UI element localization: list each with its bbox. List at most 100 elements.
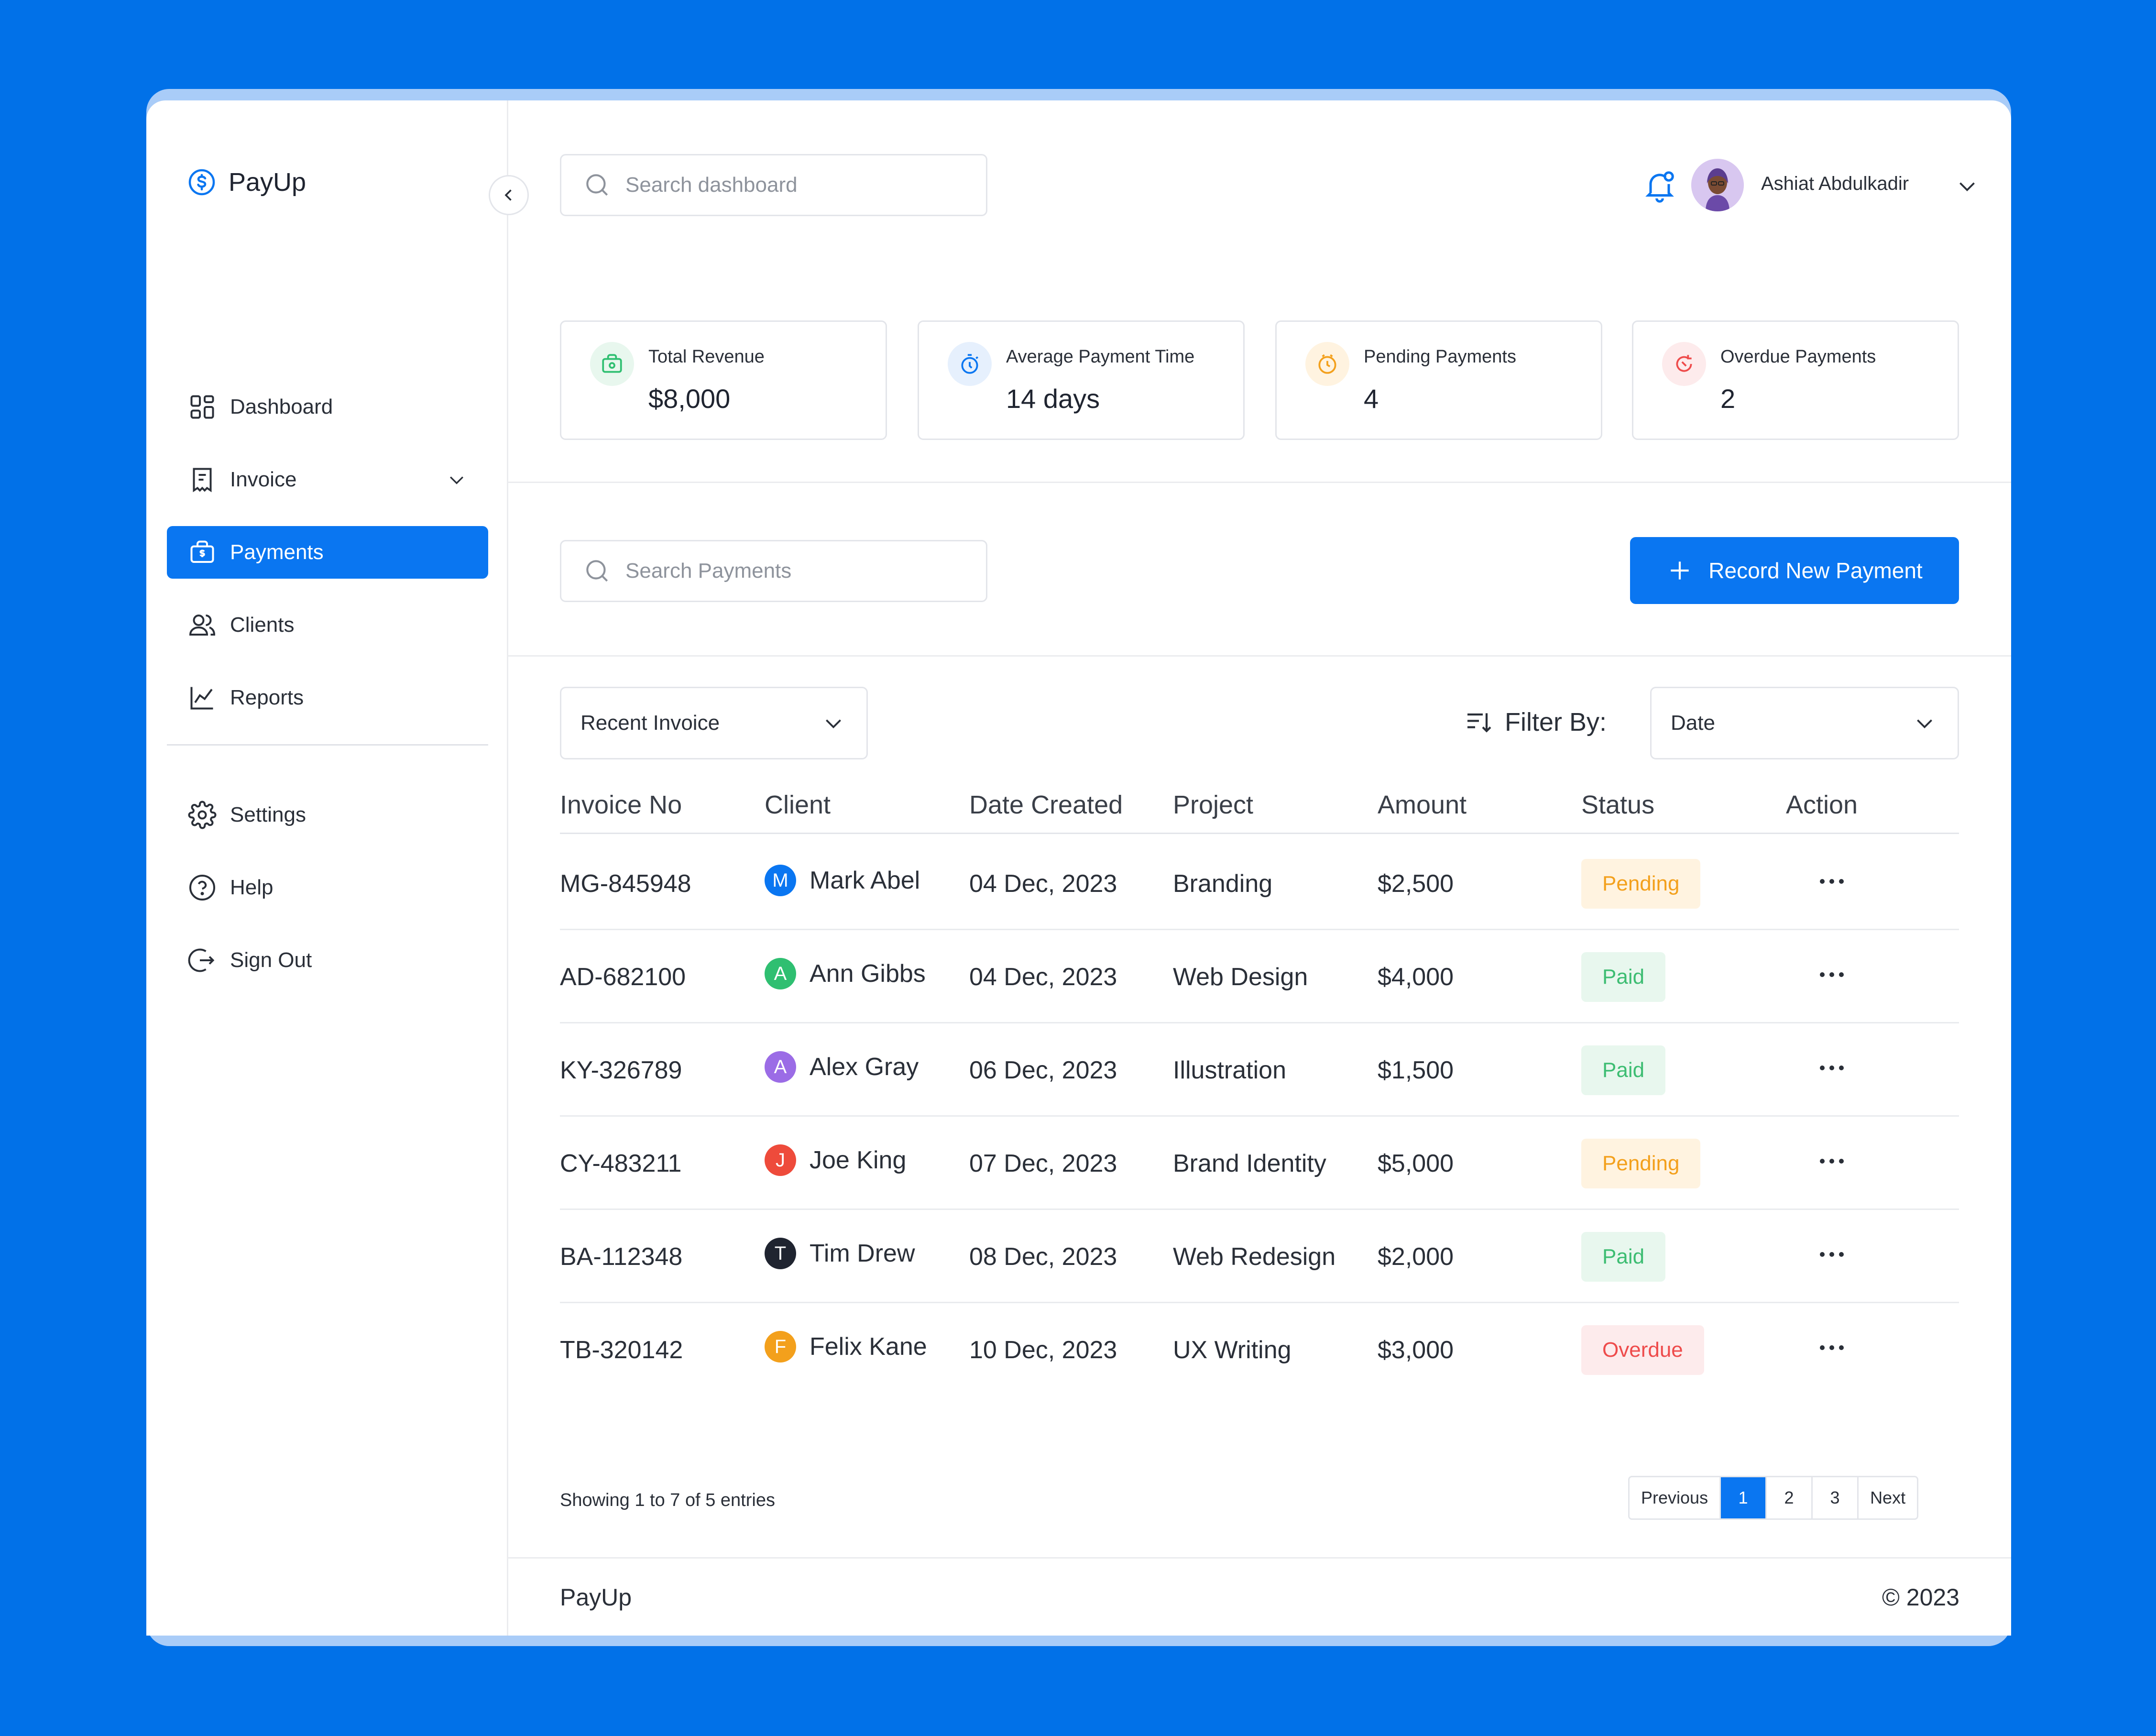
status-badge: Pending [1581, 1139, 1701, 1188]
status-badge: Paid [1581, 1232, 1666, 1282]
sidebar-item-reports[interactable]: Reports [167, 671, 488, 724]
column-header[interactable]: Amount [1378, 790, 1467, 820]
search-payments-input[interactable] [625, 559, 970, 583]
invoice-icon [193, 468, 212, 493]
sidebar-bottom-group: Settings Help Sign Out [167, 789, 488, 987]
payments-icon [190, 540, 214, 563]
client-cell: T Tim Drew [765, 1238, 915, 1269]
footer-copyright: © 2023 [1882, 1584, 1959, 1611]
clock-icon [1318, 354, 1336, 374]
table-row[interactable]: MG-845948 M Mark Abel 04 Dec, 2023 Branding $… [560, 837, 1959, 930]
timer-icon [961, 354, 978, 374]
date-created: 10 Dec, 2023 [969, 1336, 1117, 1364]
client-cell: A Alex Gray [765, 1051, 919, 1083]
search-input[interactable] [625, 173, 970, 197]
stat-value: $8,000 [648, 384, 731, 414]
date-created: 06 Dec, 2023 [969, 1056, 1117, 1084]
table-row[interactable]: KY-326789 A Alex Gray 06 Dec, 2023 Illustrat… [560, 1023, 1959, 1117]
client-name: Mark Abel [810, 867, 920, 894]
amount: $2,000 [1378, 1243, 1454, 1271]
search-icon [586, 560, 608, 582]
invoice-number: AD-682100 [560, 963, 686, 991]
more-actions-icon[interactable] [1817, 1061, 1846, 1075]
pagination-page-3[interactable]: 3 [1813, 1477, 1859, 1518]
stat-card-average-payment-time: Average Payment Time 14 days [918, 320, 1245, 440]
pagination-page-2[interactable]: 2 [1767, 1477, 1813, 1518]
project: UX Writing [1173, 1336, 1291, 1364]
sidebar-item-settings[interactable]: Settings [167, 789, 488, 841]
brand-name: PayUp [229, 168, 306, 197]
sidebar-item-invoice[interactable]: Invoice [167, 453, 488, 506]
stat-icon-wrapper [948, 342, 992, 386]
invoice-type-select[interactable]: Recent Invoice [560, 687, 868, 759]
sidebar-item-help[interactable]: Help [167, 861, 488, 914]
column-header[interactable]: Invoice No [560, 790, 682, 820]
pagination-next[interactable]: Next [1859, 1477, 1917, 1518]
chevron-down-icon[interactable] [1955, 174, 1979, 198]
app-footer: PayUp © 2023 [508, 1557, 2011, 1636]
client-initial-avatar: A [765, 1051, 796, 1083]
amount: $2,500 [1378, 870, 1454, 898]
help-icon [189, 875, 215, 901]
clients-icon [189, 615, 216, 636]
dashboard-search[interactable] [560, 154, 987, 216]
footer-brand: PayUp [560, 1584, 632, 1611]
table-row[interactable]: BA-112348 T Tim Drew 08 Dec, 2023 Web Redesi… [560, 1210, 1959, 1303]
reports-icon [190, 687, 213, 710]
record-button-label: Record New Payment [1708, 558, 1923, 583]
sidebar-item-payments[interactable]: Payments [167, 526, 488, 579]
column-header[interactable]: Project [1173, 790, 1253, 820]
more-actions-icon[interactable] [1817, 967, 1846, 982]
brand[interactable]: PayUp [187, 167, 306, 197]
stat-label: Average Payment Time [1006, 347, 1195, 367]
project: Brand Identity [1173, 1150, 1326, 1177]
table-row[interactable]: CY-483211 J Joe King 07 Dec, 2023 Brand Iden… [560, 1117, 1959, 1210]
sidebar-nav: Dashboard Invoice Payments Clients Repor… [167, 381, 488, 1007]
avatar[interactable] [1691, 159, 1744, 211]
client-initial-avatar: F [765, 1331, 796, 1362]
sort-filter-icon [1467, 713, 1491, 733]
invoice-number: CY-483211 [560, 1150, 682, 1177]
collapse-sidebar-button[interactable] [489, 175, 529, 215]
user-name[interactable]: Ashiat Abdulkadir [1761, 173, 1909, 195]
date-created: 07 Dec, 2023 [969, 1150, 1117, 1177]
user-avatar-icon [1691, 159, 1744, 211]
more-actions-icon[interactable] [1817, 874, 1846, 889]
client-name: Joe King [810, 1146, 907, 1174]
client-cell: A Ann Gibbs [765, 958, 926, 989]
client-cell: F Felix Kane [765, 1331, 927, 1362]
table-row[interactable]: TB-320142 F Felix Kane 10 Dec, 2023 UX Writi… [560, 1303, 1959, 1396]
sidebar-item-clients[interactable]: Clients [167, 599, 488, 651]
date-created: 04 Dec, 2023 [969, 963, 1117, 991]
chevron-left-icon [504, 189, 512, 201]
pagination-page-1[interactable]: 1 [1721, 1477, 1767, 1518]
sidebar-item-sign-out[interactable]: Sign Out [167, 934, 488, 987]
sidebar-item-dashboard[interactable]: Dashboard [167, 381, 488, 433]
pagination-previous[interactable]: Previous [1630, 1477, 1721, 1518]
record-new-payment-button[interactable]: Record New Payment [1630, 537, 1959, 604]
client-initial-avatar: A [765, 958, 796, 989]
filter-select[interactable]: Date [1650, 687, 1959, 759]
column-header[interactable]: Client [765, 790, 831, 820]
stats-section: Total Revenue $8,000 Average Payment Tim… [508, 273, 2011, 483]
chevron-down-icon[interactable] [446, 469, 467, 490]
sidebar-item-label: Invoice [230, 468, 297, 491]
client-name: Ann Gibbs [810, 960, 926, 988]
more-actions-icon[interactable] [1817, 1340, 1846, 1355]
status-badge: Paid [1581, 1045, 1666, 1095]
sign-out-icon [188, 948, 215, 972]
sidebar-item-label: Help [230, 876, 274, 899]
column-header[interactable]: Status [1581, 790, 1654, 820]
client-cell: J Joe King [765, 1144, 906, 1176]
table-row[interactable]: AD-682100 A Ann Gibbs 04 Dec, 2023 Web Desig… [560, 930, 1959, 1023]
payments-search[interactable] [560, 540, 987, 602]
column-header[interactable]: Action [1786, 790, 1858, 820]
more-actions-icon[interactable] [1817, 1154, 1846, 1168]
notification-bell-icon[interactable] [1642, 167, 1678, 204]
more-actions-icon[interactable] [1817, 1247, 1846, 1262]
column-header[interactable]: Date Created [969, 790, 1123, 820]
project: Illustration [1173, 1056, 1286, 1084]
sidebar-item-label: Settings [230, 803, 306, 826]
stat-label: Pending Payments [1364, 347, 1516, 367]
entries-info: Showing 1 to 7 of 5 entries [560, 1490, 775, 1510]
